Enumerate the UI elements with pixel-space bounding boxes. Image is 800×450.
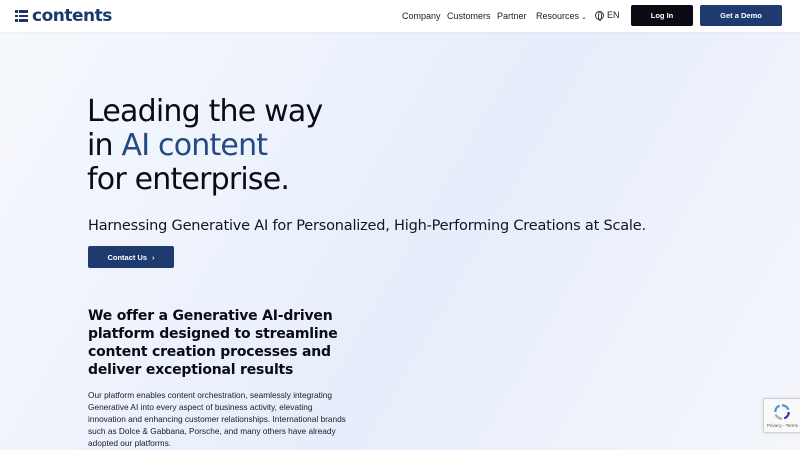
hero-title: Leading the way in AI content for enterp… [87, 95, 487, 197]
logo-icon [15, 10, 28, 22]
nav-resources-label: Resources [536, 11, 580, 21]
get-demo-button[interactable]: Get a Demo [700, 5, 782, 26]
hero-subtitle: Harnessing Generative AI for Personalize… [88, 218, 646, 234]
site-header: contents Company Customers Partner Resou… [0, 0, 800, 32]
nav-customers[interactable]: Customers [447, 11, 491, 21]
recaptcha-links[interactable]: Privacy - Terms [767, 423, 798, 428]
nav-company[interactable]: Company [402, 11, 441, 21]
contact-us-button[interactable]: Contact Us › [88, 246, 174, 268]
language-selector[interactable]: EN [595, 10, 620, 21]
login-button[interactable]: Log In [631, 5, 693, 26]
section-title: We offer a Generative AI-driven platform… [88, 308, 338, 378]
section-body: Our platform enables content orchestrati… [88, 390, 346, 448]
logo[interactable]: contents [15, 6, 112, 26]
chevron-right-icon: › [152, 252, 155, 262]
hero-title-line1: Leading the way [87, 94, 323, 129]
hero-title-accent: AI content [121, 128, 269, 163]
contact-us-label: Contact Us [107, 252, 148, 262]
logo-text: contents [32, 6, 112, 26]
hero-title-line3: for enterprise. [87, 162, 290, 197]
nav-partner[interactable]: Partner [497, 11, 527, 21]
recaptcha-icon [774, 404, 790, 420]
hero-title-line2-prefix: in [87, 128, 122, 163]
nav-resources[interactable]: Resources ⌄ [536, 11, 587, 21]
globe-icon [595, 10, 604, 21]
language-label: EN [607, 10, 620, 20]
recaptcha-badge[interactable]: Privacy - Terms [763, 398, 800, 433]
chevron-down-icon: ⌄ [581, 14, 587, 21]
